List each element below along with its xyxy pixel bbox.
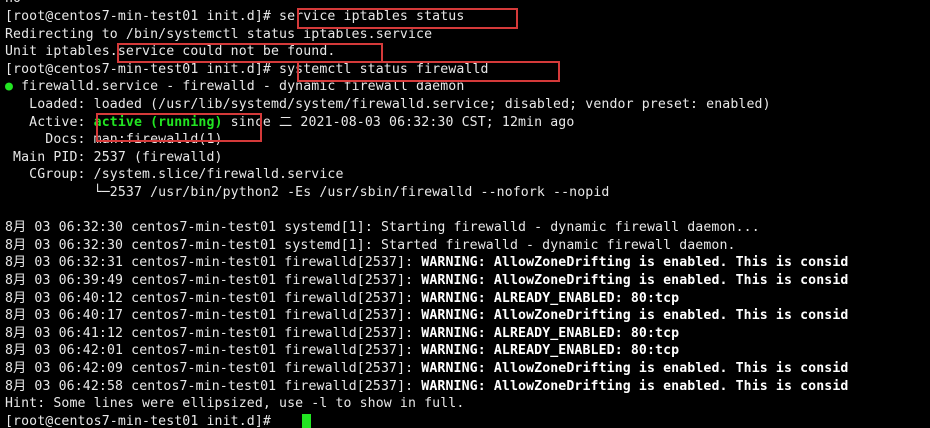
shell-prompt: [root@centos7-min-test01 init.d]# <box>5 9 280 24</box>
log-line: 8月 03 06:42:58 centos7-min-test01 firewa… <box>5 378 849 394</box>
shell-prompt: [root@centos7-min-test01 init.d]# <box>5 413 280 428</box>
output-line: Redirecting to /bin/systemctl status ipt… <box>5 26 433 42</box>
prompt-line: [root@centos7-min-test01 init.d]# system… <box>5 61 489 79</box>
text-cursor <box>302 414 311 428</box>
shell-prompt: [root@centos7-min-test01 init.d]# <box>5 61 280 77</box>
warning-text: WARNING: AllowZoneDrifting is enabled. T… <box>421 273 849 288</box>
warning-text: WARNING: AllowZoneDrifting is enabled. T… <box>421 255 849 271</box>
output-line: no <box>5 0 21 8</box>
active-status: active (running) <box>93 114 223 130</box>
warning-text: WARNING: AllowZoneDrifting is enabled. T… <box>421 361 849 376</box>
output-line: └─2537 /usr/bin/python2 -Es /usr/sbin/fi… <box>5 185 610 200</box>
log-line: 8月 03 06:40:17 centos7-min-test01 firewa… <box>5 308 849 324</box>
command-text: service iptables status <box>279 9 465 24</box>
prompt-line: [root@centos7-min-test01 init.d]# <box>5 413 279 428</box>
active-status-line: Active: active (running) since 二 2021-08… <box>5 114 575 130</box>
prompt-line: [root@centos7-min-test01 init.d]# servic… <box>5 8 464 26</box>
output-line: Docs: man:firewalld(1) <box>5 132 223 148</box>
status-dot-icon: ● <box>5 79 14 95</box>
command-text: systemctl status firewalld <box>279 61 489 77</box>
warning-text: WARNING: ALREADY_ENABLED: 80:tcp <box>421 290 680 306</box>
warning-text: WARNING: AllowZoneDrifting is enabled. T… <box>421 308 849 324</box>
unit-header-line: ● firewalld.service - firewalld - dynami… <box>5 79 465 95</box>
log-line: 8月 03 06:42:09 centos7-min-test01 firewa… <box>5 361 849 376</box>
log-line: 8月 03 06:41:12 centos7-min-test01 firewa… <box>5 325 680 341</box>
warning-text: WARNING: ALREADY_ENABLED: 80:tcp <box>421 343 680 359</box>
terminal-window[interactable]: no [root@centos7-min-test01 init.d]# ser… <box>0 0 930 428</box>
log-line: 8月 03 06:39:49 centos7-min-test01 firewa… <box>5 273 849 288</box>
log-line: 8月 03 06:40:12 centos7-min-test01 firewa… <box>5 290 680 306</box>
log-line: 8月 03 06:32:31 centos7-min-test01 firewa… <box>5 255 849 271</box>
output-line: Main PID: 2537 (firewalld) <box>5 149 223 165</box>
warning-text: WARNING: AllowZoneDrifting is enabled. T… <box>421 378 849 394</box>
hint-line: Hint: Some lines were ellipsized, use -l… <box>5 396 465 412</box>
output-line: Unit iptables.service could not be found… <box>5 44 336 60</box>
log-line: 8月 03 06:32:30 centos7-min-test01 system… <box>5 237 736 253</box>
log-line: 8月 03 06:42:01 centos7-min-test01 firewa… <box>5 343 680 359</box>
output-line: CGroup: /system.slice/firewalld.service <box>5 167 344 183</box>
output-line: Loaded: loaded (/usr/lib/systemd/system/… <box>5 97 771 112</box>
log-line: 8月 03 06:32:30 centos7-min-test01 system… <box>5 220 760 236</box>
warning-text: WARNING: ALREADY_ENABLED: 80:tcp <box>421 325 680 341</box>
